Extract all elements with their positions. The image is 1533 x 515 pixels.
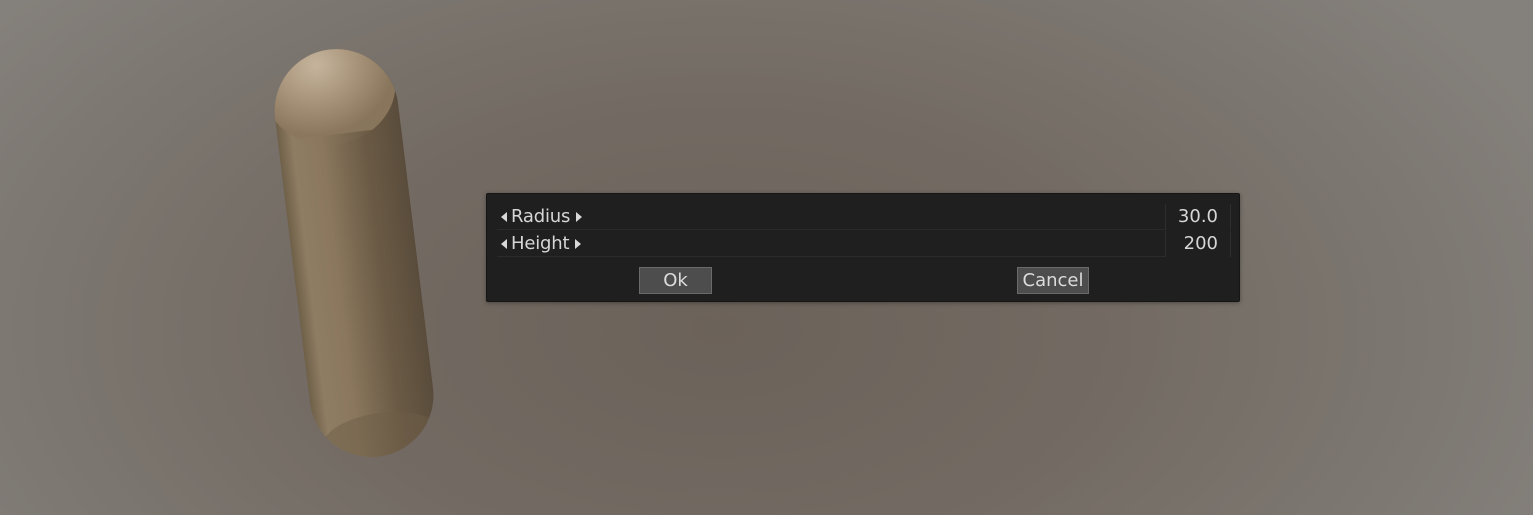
- height-increment-icon[interactable]: [575, 239, 582, 249]
- radius-value-field[interactable]: 30.0: [1165, 204, 1231, 230]
- radius-row: Radius 30.0: [497, 204, 1231, 230]
- height-label: Height: [511, 233, 570, 254]
- radius-decrement-icon[interactable]: [501, 212, 507, 222]
- cancel-button[interactable]: Cancel: [1017, 267, 1089, 294]
- height-value-field[interactable]: 200: [1165, 231, 1231, 257]
- ok-button[interactable]: Ok: [639, 267, 712, 294]
- capsule-parameters-dialog: Radius 30.0 Height 200 Ok Cancel: [486, 193, 1240, 302]
- radius-label: Radius: [511, 206, 571, 227]
- radius-increment-icon[interactable]: [576, 212, 583, 222]
- height-decrement-icon[interactable]: [501, 239, 507, 249]
- radius-label-group: Radius: [501, 204, 583, 230]
- height-label-group: Height: [501, 231, 582, 257]
- height-row: Height 200: [497, 231, 1231, 257]
